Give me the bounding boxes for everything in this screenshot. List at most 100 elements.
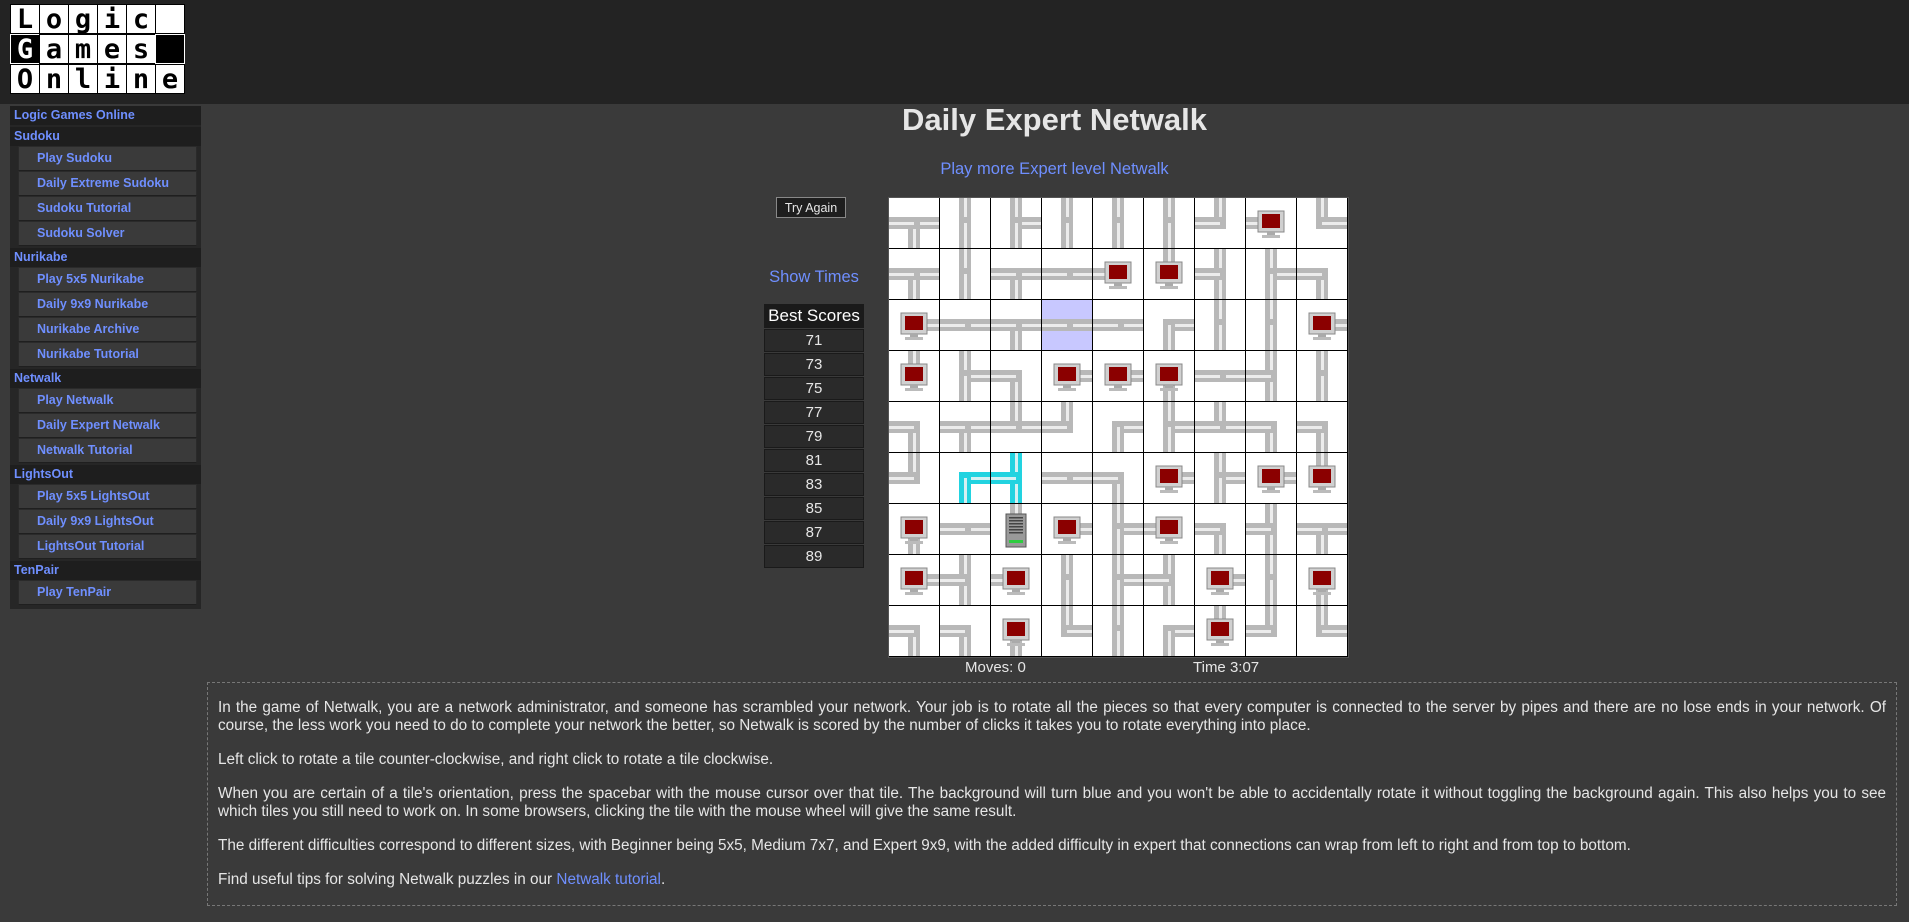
pipe-tile[interactable] bbox=[1093, 300, 1143, 350]
sidebar-item-daily-expert-netwalk[interactable]: Daily Expert Netwalk bbox=[18, 413, 197, 438]
sidebar-item-play-5x5-lightsout[interactable]: Play 5x5 LightsOut bbox=[18, 484, 197, 509]
sidebar-item-daily-extreme-sudoku[interactable]: Daily Extreme Sudoku bbox=[18, 171, 197, 196]
pipe-tile[interactable] bbox=[889, 249, 939, 299]
computer-tile[interactable] bbox=[1246, 198, 1296, 248]
pipe-tile[interactable] bbox=[1042, 555, 1092, 605]
pipe-tile[interactable] bbox=[1042, 402, 1092, 452]
computer-tile[interactable] bbox=[889, 555, 939, 605]
sidebar-item-sudoku-tutorial[interactable]: Sudoku Tutorial bbox=[18, 196, 197, 221]
pipe-tile[interactable] bbox=[1093, 198, 1143, 248]
pipe-tile[interactable] bbox=[1297, 402, 1347, 452]
computer-tile[interactable] bbox=[1144, 453, 1194, 503]
nav-group-sudoku[interactable]: Sudoku bbox=[10, 127, 201, 146]
pipe-tile[interactable] bbox=[1042, 300, 1092, 350]
pipe-tile[interactable] bbox=[1042, 198, 1092, 248]
computer-tile[interactable] bbox=[1093, 351, 1143, 401]
computer-tile[interactable] bbox=[991, 555, 1041, 605]
pipe-tile[interactable] bbox=[940, 351, 990, 401]
pipe-tile[interactable] bbox=[889, 606, 939, 656]
sidebar-item-lightsout-tutorial[interactable]: LightsOut Tutorial bbox=[18, 534, 197, 559]
nav-group-lightsout[interactable]: LightsOut bbox=[10, 465, 201, 484]
computer-tile[interactable] bbox=[1246, 453, 1296, 503]
computer-tile[interactable] bbox=[1297, 555, 1347, 605]
computer-tile[interactable] bbox=[991, 606, 1041, 656]
sidebar-item-daily-9x9-lightsout[interactable]: Daily 9x9 LightsOut bbox=[18, 509, 197, 534]
computer-tile[interactable] bbox=[1144, 504, 1194, 554]
sidebar-item-play-tenpair[interactable]: Play TenPair bbox=[18, 580, 197, 605]
pipe-tile[interactable] bbox=[1297, 606, 1347, 656]
pipe-tile[interactable] bbox=[991, 249, 1041, 299]
computer-tile[interactable] bbox=[1144, 249, 1194, 299]
pipe-tile[interactable] bbox=[1297, 351, 1347, 401]
pipe-tile[interactable] bbox=[1246, 504, 1296, 554]
computer-tile[interactable] bbox=[1195, 555, 1245, 605]
try-again-button[interactable]: Try Again bbox=[776, 197, 846, 218]
pipe-tile[interactable] bbox=[940, 555, 990, 605]
pipe-tile[interactable] bbox=[1093, 606, 1143, 656]
sidebar-item-nurikabe-tutorial[interactable]: Nurikabe Tutorial bbox=[18, 342, 197, 367]
computer-tile[interactable] bbox=[1144, 351, 1194, 401]
pipe-tile[interactable] bbox=[1297, 198, 1347, 248]
sidebar-item-netwalk-tutorial[interactable]: Netwalk Tutorial bbox=[18, 438, 197, 463]
pipe-tile[interactable] bbox=[1246, 249, 1296, 299]
pipe-tile[interactable] bbox=[1144, 300, 1194, 350]
pipe-tile[interactable] bbox=[991, 300, 1041, 350]
pipe-tile[interactable] bbox=[1195, 351, 1245, 401]
pipe-tile[interactable] bbox=[1246, 402, 1296, 452]
computer-tile[interactable] bbox=[1297, 300, 1347, 350]
pipe-tile[interactable] bbox=[940, 504, 990, 554]
pipe-tile[interactable] bbox=[1093, 504, 1143, 554]
sidebar-item-play-5x5-nurikabe[interactable]: Play 5x5 Nurikabe bbox=[18, 267, 197, 292]
computer-tile[interactable] bbox=[1195, 606, 1245, 656]
pipe-tile[interactable] bbox=[991, 198, 1041, 248]
netwalk-tutorial-link[interactable]: Netwalk tutorial bbox=[556, 871, 661, 888]
play-more-link[interactable]: Play more Expert level Netwalk bbox=[200, 160, 1909, 179]
pipe-tile[interactable] bbox=[1246, 606, 1296, 656]
pipe-tile[interactable] bbox=[940, 249, 990, 299]
pipe-tile[interactable] bbox=[940, 198, 990, 248]
pipe-tile[interactable] bbox=[940, 453, 990, 503]
pipe-tile[interactable] bbox=[889, 198, 939, 248]
pipe-tile[interactable] bbox=[1144, 402, 1194, 452]
computer-tile[interactable] bbox=[1042, 351, 1092, 401]
pipe-tile[interactable] bbox=[889, 453, 939, 503]
nav-group-tenpair[interactable]: TenPair bbox=[10, 561, 201, 580]
sidebar-item-sudoku-solver[interactable]: Sudoku Solver bbox=[18, 221, 197, 246]
pipe-tile[interactable] bbox=[1093, 402, 1143, 452]
netwalk-board[interactable] bbox=[888, 197, 1349, 658]
pipe-tile[interactable] bbox=[940, 606, 990, 656]
pipe-tile[interactable] bbox=[991, 351, 1041, 401]
pipe-tile[interactable] bbox=[991, 453, 1041, 503]
sidebar-item-play-netwalk[interactable]: Play Netwalk bbox=[18, 388, 197, 413]
computer-tile[interactable] bbox=[1297, 453, 1347, 503]
pipe-tile[interactable] bbox=[1297, 249, 1347, 299]
pipe-tile[interactable] bbox=[1246, 351, 1296, 401]
pipe-tile[interactable] bbox=[940, 402, 990, 452]
pipe-tile[interactable] bbox=[1195, 504, 1245, 554]
pipe-tile[interactable] bbox=[1195, 300, 1245, 350]
show-times-link[interactable]: Show Times bbox=[764, 268, 864, 287]
pipe-tile[interactable] bbox=[1297, 504, 1347, 554]
pipe-tile[interactable] bbox=[1195, 198, 1245, 248]
computer-tile[interactable] bbox=[889, 300, 939, 350]
nav-group-netwalk[interactable]: Netwalk bbox=[10, 369, 201, 388]
pipe-tile[interactable] bbox=[1195, 402, 1245, 452]
computer-tile[interactable] bbox=[889, 504, 939, 554]
pipe-tile[interactable] bbox=[1195, 453, 1245, 503]
pipe-tile[interactable] bbox=[1144, 606, 1194, 656]
pipe-tile[interactable] bbox=[1042, 606, 1092, 656]
computer-tile[interactable] bbox=[889, 351, 939, 401]
pipe-tile[interactable] bbox=[1195, 249, 1245, 299]
pipe-tile[interactable] bbox=[1246, 555, 1296, 605]
server-tile[interactable] bbox=[991, 504, 1041, 554]
nav-group-nurikabe[interactable]: Nurikabe bbox=[10, 248, 201, 267]
computer-tile[interactable] bbox=[1042, 504, 1092, 554]
computer-tile[interactable] bbox=[1093, 249, 1143, 299]
pipe-tile[interactable] bbox=[1144, 555, 1194, 605]
site-logo[interactable]: LogicGamesOnline bbox=[10, 4, 185, 94]
sidebar-item-play-sudoku[interactable]: Play Sudoku bbox=[18, 146, 197, 171]
nav-home-link[interactable]: Logic Games Online bbox=[10, 106, 201, 125]
pipe-tile[interactable] bbox=[1093, 453, 1143, 503]
sidebar-item-daily-9x9-nurikabe[interactable]: Daily 9x9 Nurikabe bbox=[18, 292, 197, 317]
pipe-tile[interactable] bbox=[1246, 300, 1296, 350]
